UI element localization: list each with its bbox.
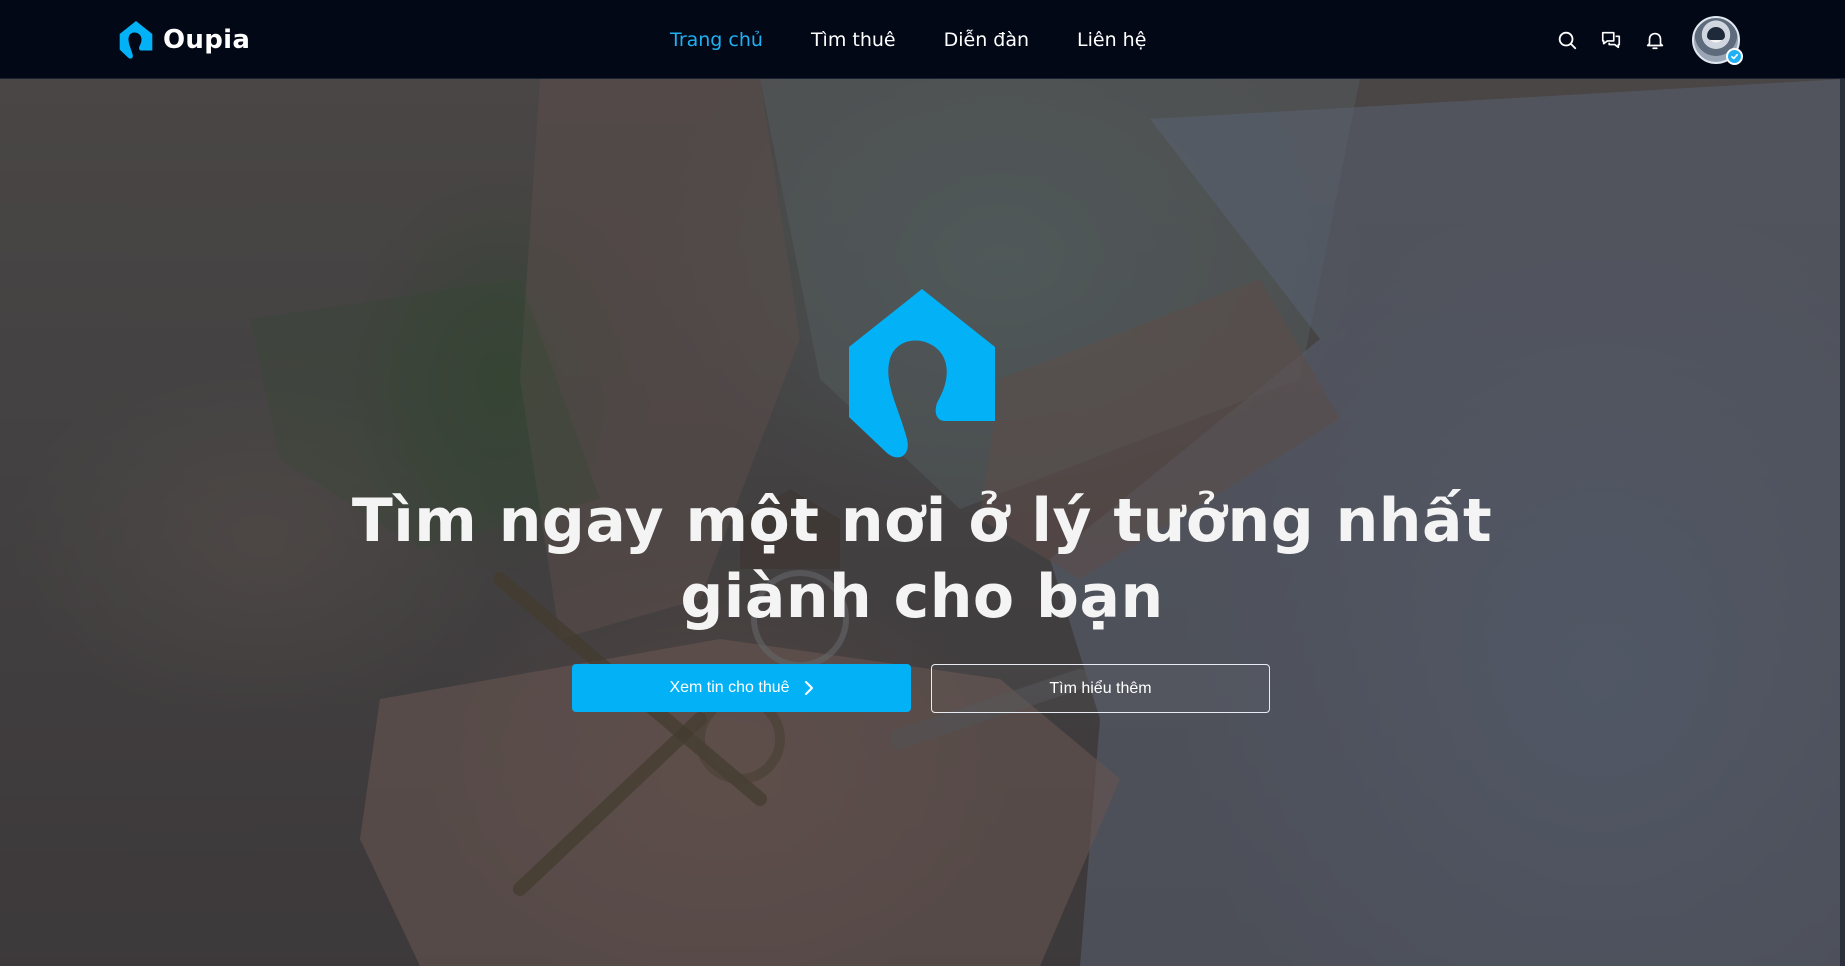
learn-more-label: Tìm hiểu thêm xyxy=(1049,679,1152,697)
chat-icon[interactable] xyxy=(1600,29,1622,51)
nav-item-contact[interactable]: Liên hệ xyxy=(1077,29,1146,51)
bell-icon[interactable] xyxy=(1644,29,1666,51)
view-listings-button[interactable]: Xem tin cho thuê xyxy=(572,664,911,712)
page: Oupia Trang chủ Tìm thuê Diễn đàn Liên h… xyxy=(0,0,1845,966)
hero-title-line-2: giành cho bạn xyxy=(680,562,1164,632)
hero-content: Tìm ngay một nơi ở lý tưởng nhất giành c… xyxy=(0,79,1845,966)
brand-name: Oupia xyxy=(163,25,251,55)
search-icon[interactable] xyxy=(1556,29,1578,51)
view-listings-label: Xem tin cho thuê xyxy=(669,679,790,696)
nav-item-home[interactable]: Trang chủ xyxy=(670,29,763,51)
chevron-right-icon xyxy=(804,681,813,695)
hero-section: Tìm ngay một nơi ở lý tưởng nhất giành c… xyxy=(0,79,1845,966)
oupia-hero-logo-icon xyxy=(849,289,995,458)
brand-home-link[interactable]: Oupia xyxy=(119,20,250,60)
nav-item-rent[interactable]: Tìm thuê xyxy=(811,29,896,51)
hero-title: Tìm ngay một nơi ở lý tưởng nhất giành c… xyxy=(322,483,1522,635)
main-nav: Trang chủ Tìm thuê Diễn đàn Liên hệ xyxy=(670,0,1146,79)
header-actions xyxy=(1556,0,1743,79)
nav-item-forum[interactable]: Diễn đàn xyxy=(944,29,1029,51)
hero-title-line-1: Tìm ngay một nơi ở lý tưởng nhất xyxy=(351,486,1493,556)
oupia-logo-icon xyxy=(119,21,153,59)
verified-badge-icon xyxy=(1726,47,1743,65)
learn-more-button[interactable]: Tìm hiểu thêm xyxy=(931,664,1270,713)
user-avatar-button[interactable] xyxy=(1692,15,1743,65)
top-navbar: Oupia Trang chủ Tìm thuê Diễn đàn Liên h… xyxy=(0,0,1845,79)
